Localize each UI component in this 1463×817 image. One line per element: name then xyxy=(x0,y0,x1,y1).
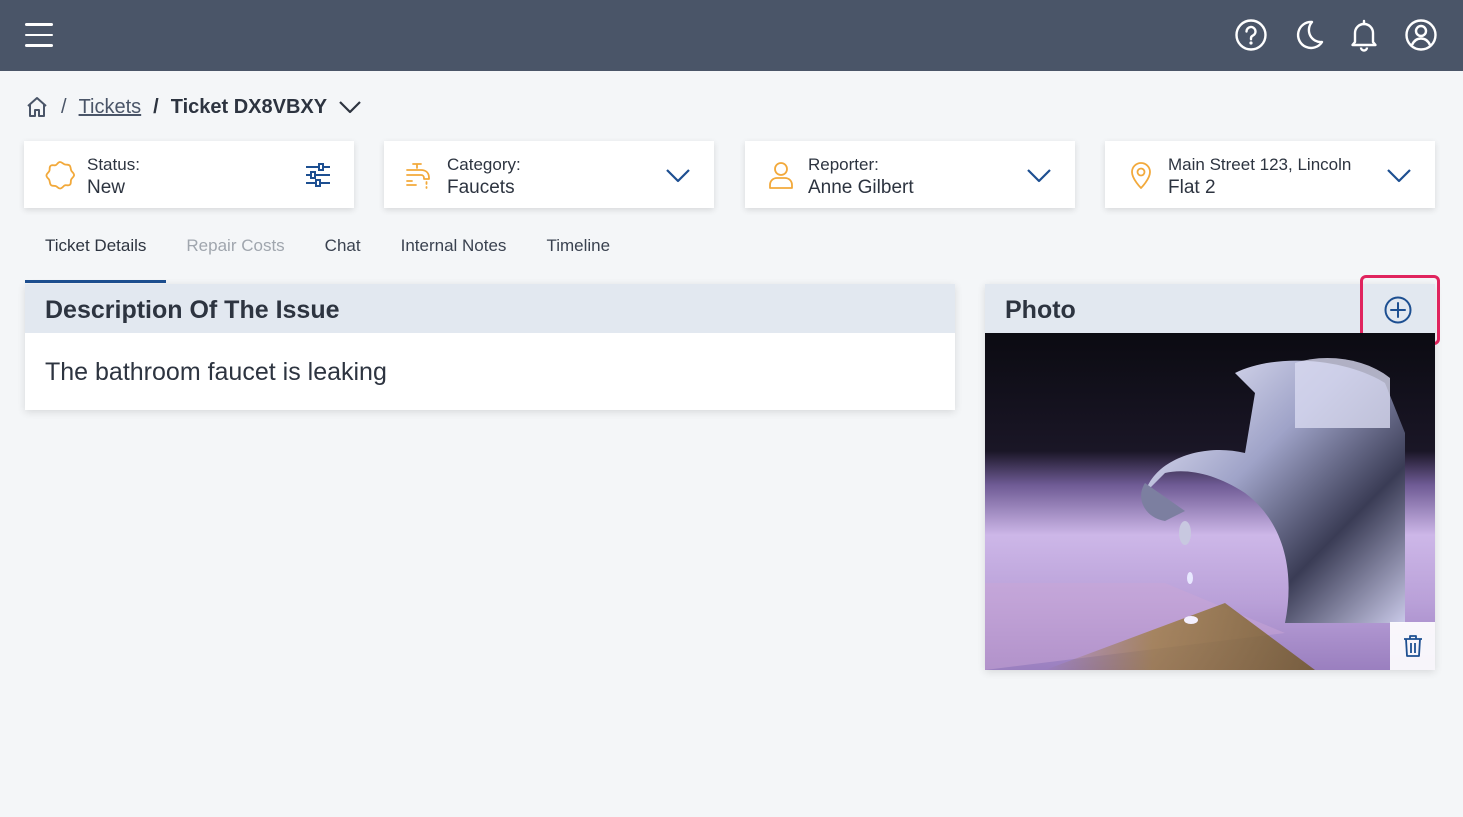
chevron-down-icon[interactable] xyxy=(337,94,363,120)
home-icon[interactable] xyxy=(25,95,49,119)
category-label: Category: xyxy=(447,155,521,174)
reporter-card[interactable]: Reporter: Anne Gilbert xyxy=(745,141,1075,208)
delete-photo-button[interactable] xyxy=(1390,622,1435,670)
breadcrumb-separator: / xyxy=(153,95,159,118)
trash-icon xyxy=(1404,635,1422,657)
address-line1: Main Street 123, Lincoln xyxy=(1168,155,1352,174)
person-icon xyxy=(769,162,793,189)
status-card[interactable]: Status: New xyxy=(24,141,354,208)
user-icon[interactable] xyxy=(1403,17,1439,53)
photo-panel: Photo xyxy=(985,275,1440,670)
help-icon[interactable] xyxy=(1233,17,1269,53)
tab-repair-costs[interactable]: Repair Costs xyxy=(166,225,304,283)
reporter-label: Reporter: xyxy=(808,155,879,174)
breadcrumb: / Tickets / Ticket DX8VBXY xyxy=(25,93,363,121)
tab-internal-notes[interactable]: Internal Notes xyxy=(381,225,527,283)
category-card[interactable]: Category: Faucets xyxy=(384,141,714,208)
status-badge-icon xyxy=(45,161,75,190)
moon-icon[interactable] xyxy=(1290,17,1326,53)
reporter-value: Anne Gilbert xyxy=(808,177,914,198)
menu-icon[interactable] xyxy=(25,23,53,47)
description-text: The bathroom faucet is leaking xyxy=(45,358,387,386)
faucet-icon xyxy=(406,163,430,189)
status-value: New xyxy=(87,177,126,198)
plus-circle-icon xyxy=(1384,296,1412,324)
chevron-down-icon[interactable] xyxy=(664,161,692,189)
faucet-photo[interactable] xyxy=(985,333,1435,670)
address-card[interactable]: Main Street 123, Lincoln Flat 2 xyxy=(1105,141,1435,208)
sliders-icon[interactable] xyxy=(304,161,332,189)
description-panel: Description Of The Issue The bathroom fa… xyxy=(25,284,955,410)
tab-chat[interactable]: Chat xyxy=(305,225,381,283)
category-value: Faucets xyxy=(447,177,515,198)
breadcrumb-tickets-link[interactable]: Tickets xyxy=(79,96,142,119)
status-label: Status: xyxy=(87,155,140,174)
chevron-down-icon[interactable] xyxy=(1025,161,1053,189)
tab-bar: Ticket Details Repair Costs Chat Interna… xyxy=(25,225,630,283)
tab-ticket-details[interactable]: Ticket Details xyxy=(25,225,167,283)
location-pin-icon xyxy=(1131,162,1151,189)
description-title: Description Of The Issue xyxy=(25,284,955,333)
address-line2: Flat 2 xyxy=(1168,177,1216,198)
tab-timeline[interactable]: Timeline xyxy=(526,225,630,283)
breadcrumb-separator: / xyxy=(61,95,67,118)
top-bar xyxy=(0,0,1463,71)
chevron-down-icon[interactable] xyxy=(1385,161,1413,189)
breadcrumb-current: Ticket DX8VBXY xyxy=(170,95,328,118)
bell-icon[interactable] xyxy=(1346,17,1382,53)
